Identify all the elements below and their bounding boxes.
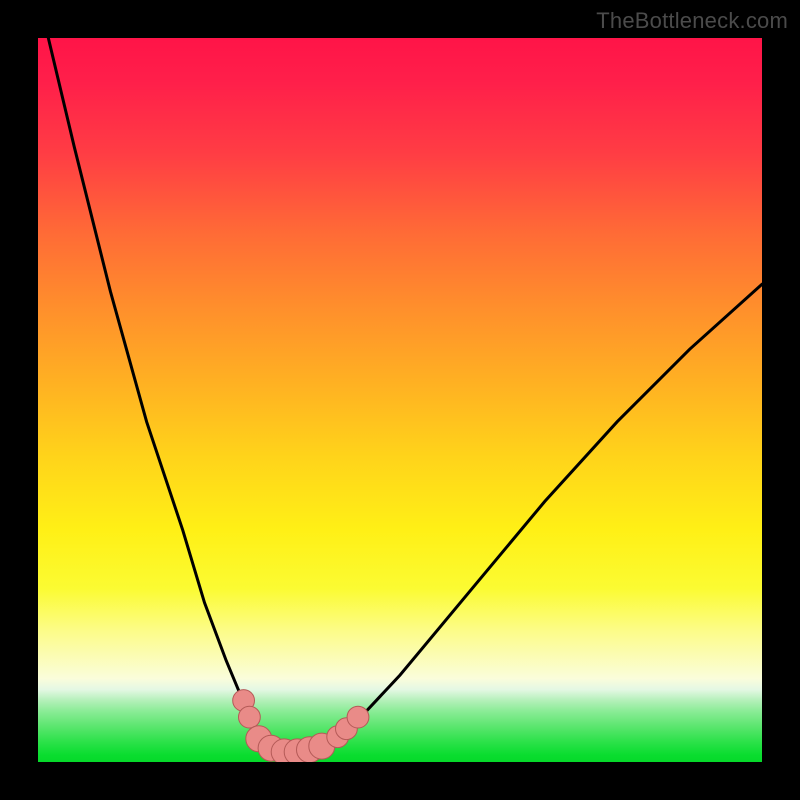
attribution-text: TheBottleneck.com [596, 8, 788, 34]
marker-group [233, 690, 369, 762]
marker-right-upper [347, 706, 369, 728]
chart-frame: TheBottleneck.com [0, 0, 800, 800]
plot-area [38, 38, 762, 762]
marker-left-lower [239, 706, 261, 728]
chart-overlay [38, 38, 762, 762]
bottleneck-curve [38, 38, 762, 753]
